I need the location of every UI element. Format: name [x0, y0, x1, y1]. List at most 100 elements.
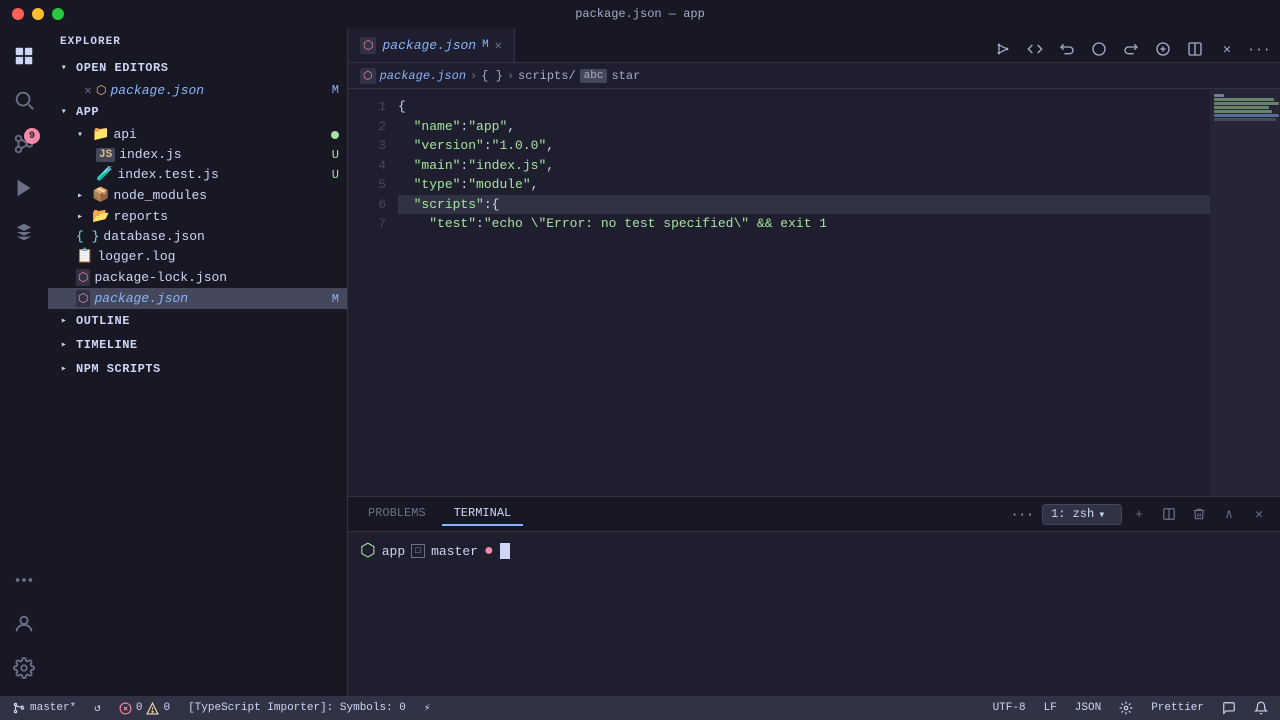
redo-toolbar-icon[interactable]	[1118, 36, 1144, 62]
close-terminal-btn[interactable]: ✕	[1246, 501, 1272, 527]
outline-header[interactable]: Outline	[48, 309, 347, 333]
breadcrumb-abc[interactable]: abc	[580, 69, 608, 83]
settings-gear-item[interactable]	[1115, 701, 1137, 715]
run-debug-icon[interactable]	[4, 168, 44, 208]
open-file-item[interactable]: ✕ ⬡ package.json M	[48, 80, 347, 100]
folder-reports[interactable]: 📂 reports	[48, 206, 347, 227]
git-icon: □	[411, 544, 425, 558]
code-content[interactable]: { "name": "app", "version": "1.0.0", "ma…	[398, 89, 1280, 496]
more-toolbar-icon[interactable]: ···	[1246, 36, 1272, 62]
tab-close-button[interactable]: ✕	[495, 38, 502, 53]
open-editors-header[interactable]: Open Editors	[48, 56, 347, 80]
new-terminal-btn[interactable]: +	[1126, 501, 1152, 527]
terminal-tabs: PROBLEMS TERMINAL ··· 1: zsh ▾ +	[348, 497, 1280, 532]
close-tab-icon[interactable]: ✕	[80, 82, 96, 98]
file-logger-log[interactable]: 📋 logger.log	[48, 246, 347, 267]
index-test-badge: U	[332, 168, 339, 182]
close-button[interactable]	[12, 8, 24, 20]
terminal-content[interactable]: ⬡ app □ master ●	[348, 532, 1280, 696]
editor-area: ⬡ package.json M ✕	[348, 28, 1280, 696]
json-file-icon: { }	[76, 229, 99, 244]
source-control-icon[interactable]: 9	[4, 124, 44, 164]
language-item[interactable]: JSON	[1071, 702, 1105, 714]
line-ending-item[interactable]: LF	[1040, 702, 1061, 714]
sync-item[interactable]: ↺	[90, 701, 105, 715]
breadcrumb-sep2: ›	[507, 69, 514, 83]
breadcrumb-path4[interactable]: star	[611, 69, 640, 83]
status-right: UTF-8 LF JSON Prettier	[989, 701, 1272, 715]
index-test-js-name: index.test.js	[117, 167, 331, 182]
term-branch: master	[431, 544, 478, 559]
settings-icon[interactable]	[4, 648, 44, 688]
encoding-text: UTF-8	[993, 702, 1026, 714]
importer-item[interactable]: [TypeScript Importer]: Symbols: 0	[184, 702, 410, 714]
file-index-js[interactable]: JS index.js U	[48, 145, 347, 164]
index-js-name: index.js	[119, 147, 332, 162]
bell-item[interactable]	[1250, 701, 1272, 715]
delete-terminal-btn[interactable]	[1186, 501, 1212, 527]
terminal-shell-dropdown[interactable]: 1: zsh ▾	[1042, 504, 1122, 525]
code-line-2: "name": "app",	[398, 117, 1280, 137]
more-icon[interactable]	[4, 560, 44, 600]
breadcrumb-path2[interactable]: scripts/	[518, 69, 576, 83]
breadcrumb-filename[interactable]: package.json	[380, 69, 466, 83]
editor-tab-package-json[interactable]: ⬡ package.json M ✕	[348, 28, 515, 62]
file-database-json[interactable]: { } database.json	[48, 227, 347, 246]
accounts-icon[interactable]	[4, 604, 44, 644]
app-section-header[interactable]: APP	[48, 100, 347, 124]
maximize-terminal-btn[interactable]: ∧	[1216, 501, 1242, 527]
breadcrumb-left: ⬡ package.json › { } › scripts/ abc star	[360, 68, 640, 84]
pkglock-icon: ⬡	[76, 269, 90, 286]
compare-toolbar-icon[interactable]	[1022, 36, 1048, 62]
git-branch-text: master*	[30, 702, 76, 714]
close-editor-icon[interactable]: ✕	[1214, 36, 1240, 62]
tab-terminal[interactable]: TERMINAL	[442, 502, 524, 526]
code-line-7: "test": "echo \"Error: no test specified…	[398, 214, 1280, 234]
tab-bar: ⬡ package.json M ✕	[348, 28, 1280, 63]
prettier-item[interactable]: Prettier	[1147, 702, 1208, 714]
folder-api[interactable]: 📁 api	[48, 124, 347, 145]
window-controls[interactable]	[12, 8, 64, 20]
circle-toolbar-icon[interactable]	[1086, 36, 1112, 62]
window-title: package.json — app	[575, 7, 705, 21]
breadcrumb-path1[interactable]: { }	[481, 69, 503, 83]
npm-scripts-header[interactable]: NPM Scripts	[48, 357, 347, 381]
search-icon[interactable]	[4, 80, 44, 120]
goto-toolbar-icon[interactable]	[1150, 36, 1176, 62]
terminal-cursor	[500, 543, 510, 559]
file-index-test-js[interactable]: 🧪 index.test.js U	[48, 164, 347, 185]
minimap-content	[1210, 89, 1280, 126]
reports-folder-name: reports	[113, 209, 339, 224]
explorer-icon[interactable]	[4, 36, 44, 76]
minimap	[1210, 89, 1280, 496]
source-control-toolbar-icon[interactable]	[990, 36, 1016, 62]
api-modified-dot	[331, 131, 339, 139]
api-chevron	[72, 127, 88, 143]
undo-toolbar-icon[interactable]	[1054, 36, 1080, 62]
feedback-item[interactable]	[1218, 701, 1240, 715]
timeline-header[interactable]: Timeline	[48, 333, 347, 357]
tab-problems[interactable]: PROBLEMS	[356, 502, 438, 526]
test-file-icon: 🧪	[96, 166, 113, 183]
dropdown-chevron: ▾	[1098, 507, 1105, 522]
folder-node-modules[interactable]: 📦 node_modules	[48, 185, 347, 206]
split-terminal-btn[interactable]	[1156, 501, 1182, 527]
maximize-button[interactable]	[52, 8, 64, 20]
tab-modified-badge: M	[482, 39, 489, 51]
terminal-more-btn[interactable]: ···	[1007, 507, 1038, 522]
npm-scripts-section: NPM Scripts	[48, 357, 347, 381]
package-lock-name: package-lock.json	[94, 270, 339, 285]
gem-icon: ⬡	[360, 540, 376, 562]
file-package-json[interactable]: ⬡ package.json M	[48, 288, 347, 309]
minimize-button[interactable]	[32, 8, 44, 20]
location-item[interactable]: ⚡	[420, 701, 435, 715]
split-editor-icon[interactable]	[1182, 36, 1208, 62]
extensions-icon[interactable]	[4, 212, 44, 252]
file-package-lock-json[interactable]: ⬡ package-lock.json	[48, 267, 347, 288]
open-editors-chevron	[56, 60, 72, 76]
git-branch-item[interactable]: master*	[8, 701, 80, 715]
errors-item[interactable]: 0 0	[115, 702, 174, 715]
terminal-controls: ··· 1: zsh ▾ + ∧ ✕	[1007, 501, 1272, 527]
encoding-item[interactable]: UTF-8	[989, 702, 1030, 714]
code-editor[interactable]: 1 2 3 4 5 6 7 { "name": "app",	[348, 89, 1280, 496]
